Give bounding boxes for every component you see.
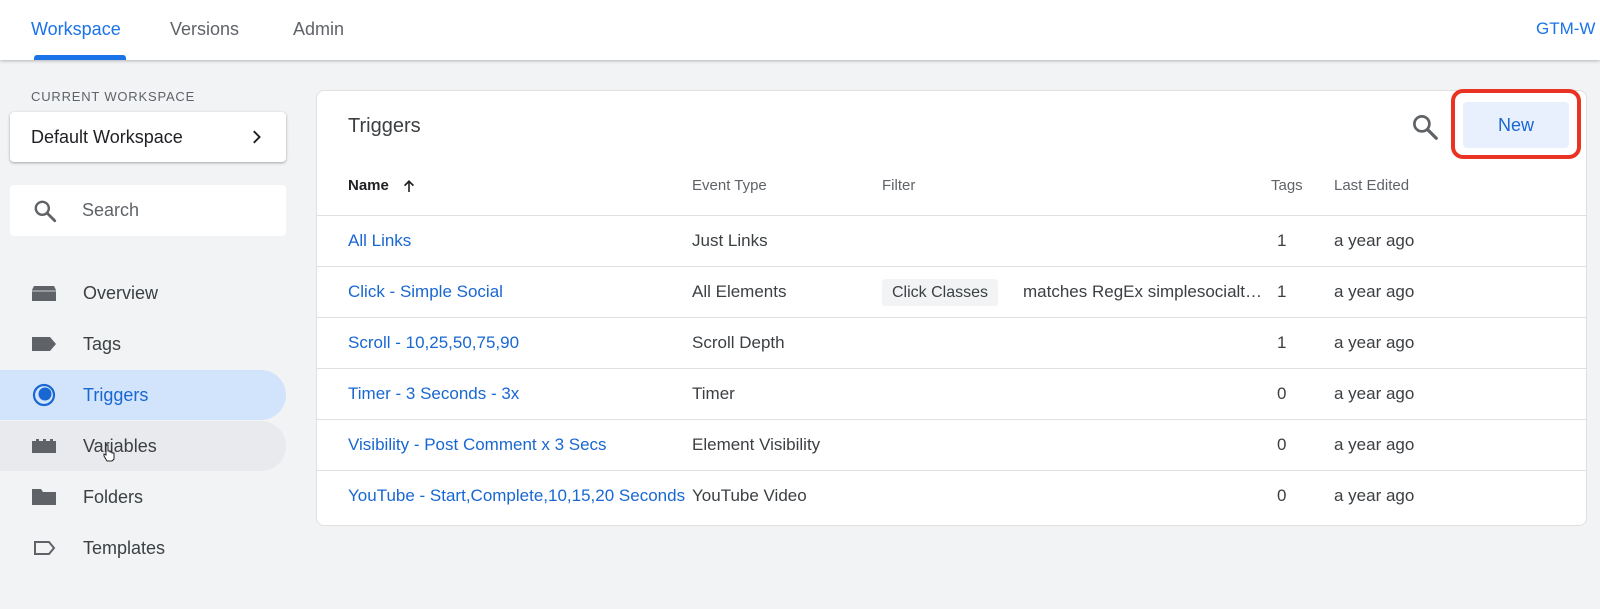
page-title: Triggers	[348, 115, 421, 137]
new-trigger-button[interactable]: New	[1463, 102, 1569, 148]
column-header-event-type[interactable]: Event Type	[692, 177, 767, 194]
sidebar-item-overview[interactable]: Overview	[0, 268, 286, 318]
sidebar-item-variables[interactable]: Variables	[0, 421, 286, 471]
tags-count-cell: 0	[1277, 384, 1287, 403]
hand-cursor-icon	[103, 444, 115, 462]
chevron-right-icon	[253, 130, 261, 144]
workspace-name: Default Workspace	[31, 127, 183, 147]
sidebar-item-folders[interactable]: Folders	[0, 472, 286, 522]
event-type-cell: All Elements	[692, 282, 787, 301]
column-header-label: Name	[348, 177, 389, 194]
tags-count-cell: 1	[1277, 333, 1287, 352]
column-header-tags[interactable]: Tags	[1271, 177, 1303, 194]
template-icon	[34, 541, 56, 555]
table-row[interactable]: YouTube - Start,Complete,10,15,20 Second…	[317, 470, 1586, 521]
tags-count-cell: 1	[1277, 231, 1287, 250]
tags-count-cell: 0	[1277, 435, 1287, 454]
filter-variable-chip: Click Classes	[882, 279, 999, 306]
container-id-link[interactable]: GTM-W	[1536, 0, 1600, 60]
event-type-cell: Timer	[692, 384, 735, 403]
sidebar-item-label: Overview	[83, 283, 159, 303]
sort-ascending-icon	[404, 180, 415, 193]
trigger-name-link[interactable]: Scroll - 10,25,50,75,90	[348, 318, 519, 368]
column-header-filter[interactable]: Filter	[882, 177, 915, 194]
sidebar-search-input[interactable]: Search	[10, 185, 286, 236]
search-icon	[34, 200, 57, 223]
table-row[interactable]: Scroll - 10,25,50,75,90 Scroll Depth 1 a…	[317, 317, 1586, 368]
tags-count-cell: 0	[1277, 486, 1287, 505]
last-edited-cell: a year ago	[1334, 231, 1415, 250]
trigger-name-link[interactable]: Click - Simple Social	[348, 267, 503, 317]
last-edited-cell: a year ago	[1334, 282, 1415, 301]
sidebar-item-label: Triggers	[83, 385, 149, 405]
last-edited-cell: a year ago	[1334, 384, 1415, 403]
trigger-icon	[32, 383, 56, 407]
column-header-name[interactable]: Name	[348, 177, 417, 194]
top-bar: Workspace Versions Admin GTM-W	[0, 0, 1600, 60]
tab-workspace[interactable]: Workspace	[31, 0, 121, 60]
tab-admin[interactable]: Admin	[293, 0, 344, 60]
overview-icon	[32, 286, 56, 301]
event-type-cell: Scroll Depth	[692, 333, 785, 352]
trigger-name-link[interactable]: All Links	[348, 216, 411, 266]
sidebar-item-label: Tags	[83, 334, 122, 354]
filter-condition-text: matches RegEx simplesocialt…	[1023, 282, 1263, 301]
search-icon[interactable]	[1410, 112, 1440, 142]
trigger-name-link[interactable]: Visibility - Post Comment x 3 Secs	[348, 420, 607, 470]
tag-icon	[32, 337, 56, 351]
last-edited-cell: a year ago	[1334, 486, 1415, 505]
sidebar-item-label: Folders	[83, 487, 144, 507]
table-row[interactable]: Timer - 3 Seconds - 3x Timer 0 a year ag…	[317, 368, 1586, 419]
triggers-card: Triggers New Name Event Type Filter Tags…	[316, 89, 1587, 526]
sidebar-item-templates[interactable]: Templates	[0, 523, 286, 573]
trigger-name-link[interactable]: Timer - 3 Seconds - 3x	[348, 369, 519, 419]
event-type-cell: Element Visibility	[692, 435, 821, 454]
tab-versions[interactable]: Versions	[170, 0, 239, 60]
table-row[interactable]: Visibility - Post Comment x 3 Secs Eleme…	[317, 419, 1586, 470]
sidebar-item-triggers[interactable]: Triggers	[0, 370, 286, 420]
sidebar-item-label: Templates	[83, 538, 166, 558]
last-edited-cell: a year ago	[1334, 333, 1415, 352]
tags-count-cell: 1	[1277, 282, 1287, 301]
folder-icon	[32, 489, 56, 505]
event-type-cell: YouTube Video	[692, 486, 807, 505]
column-header-last-edited[interactable]: Last Edited	[1334, 177, 1409, 194]
event-type-cell: Just Links	[692, 231, 768, 250]
last-edited-cell: a year ago	[1334, 435, 1415, 454]
variables-icon	[32, 439, 56, 453]
active-tab-indicator	[34, 55, 126, 60]
trigger-name-link[interactable]: YouTube - Start,Complete,10,15,20 Second…	[348, 471, 685, 521]
table-row[interactable]: All Links Just Links 1 a year ago	[317, 215, 1586, 266]
table-row[interactable]: Click - Simple Social All Elements Click…	[317, 266, 1586, 317]
search-placeholder: Search	[82, 200, 140, 220]
current-workspace-caption: CURRENT WORKSPACE	[31, 89, 196, 104]
sidebar-item-label: Variables	[83, 436, 157, 456]
sidebar-item-tags[interactable]: Tags	[0, 319, 286, 369]
workspace-selector[interactable]: Default Workspace	[10, 112, 286, 162]
